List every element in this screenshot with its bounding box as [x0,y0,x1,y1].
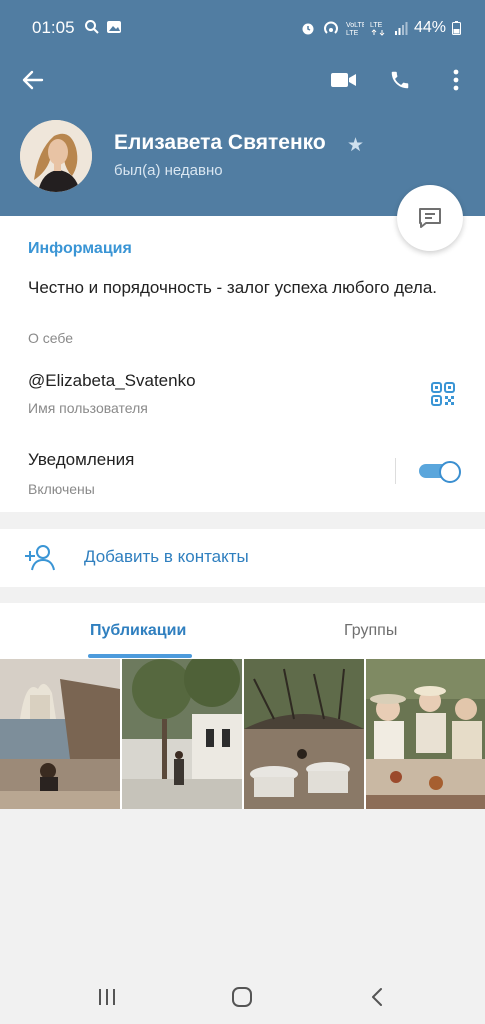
system-navigation-bar [0,968,485,1024]
svg-text:LTE: LTE [370,22,383,29]
more-menu-button[interactable] [436,60,476,100]
search-status-icon [85,20,99,34]
profile-name: Елизавета Святенко [114,131,326,154]
publication-photo[interactable] [244,659,364,809]
status-time: 01:05 [32,18,75,37]
battery-percent: 44% [413,19,446,36]
home-button[interactable] [227,982,257,1012]
video-call-button[interactable] [324,60,364,100]
arrow-left-icon [22,70,44,90]
avatar-photo [20,120,92,192]
back-nav-button[interactable] [362,982,392,1012]
message-button[interactable] [397,185,463,251]
call-button[interactable] [380,60,420,100]
video-camera-icon [331,73,356,87]
tabs-bar: Публикации Группы [0,603,485,659]
publication-photo[interactable] [122,659,242,809]
profile-last-seen: был(а) недавно [114,162,223,179]
notifications-status: Включены [28,481,95,497]
message-icon [419,208,441,228]
recent-apps-button[interactable] [92,982,122,1012]
tab-groups[interactable]: Группы [344,622,397,640]
svg-text:LTE: LTE [346,30,359,36]
lte-icon: LTE [370,22,385,36]
battery-icon [452,21,461,35]
avatar[interactable] [20,120,92,192]
add-contact-label: Добавить в контакты [84,547,249,566]
tab-indicator [88,654,192,658]
publication-photo[interactable] [366,659,485,809]
gallery-status-icon [107,21,121,33]
divider [395,458,396,484]
bio-text[interactable]: Честно и порядочность - залог успеха люб… [28,276,448,300]
volte-icon: VoLTELTE [346,22,364,36]
hotspot-icon [324,21,338,34]
star-icon: ★ [347,135,365,156]
back-button[interactable] [13,60,53,100]
chevron-left-icon [372,988,382,1006]
signal-icon [394,22,408,35]
bio-label: О себе [28,330,74,346]
more-vertical-icon [453,69,459,91]
recent-apps-icon [99,989,115,1005]
home-icon [232,987,252,1007]
username-label: Имя пользователя [28,400,148,416]
status-bar: 01:05 VoLTELTE LTE 44% [0,0,485,56]
username-value[interactable]: @Elizabeta_Svatenko [28,371,196,391]
alarm-icon [302,23,314,35]
add-contact-button[interactable]: Добавить в контакты [0,529,485,587]
publications-grid [0,659,485,809]
phone-icon [391,71,409,89]
add-user-icon [25,545,55,571]
toggle-knob [439,461,461,483]
tab-publications[interactable]: Публикации [90,622,186,640]
qr-code-icon[interactable] [431,382,455,406]
publication-photo[interactable] [0,659,120,809]
svg-text:VoLTE: VoLTE [346,22,364,29]
info-section-title: Информация [28,240,132,257]
notifications-toggle[interactable] [419,461,461,483]
notifications-label: Уведомления [28,450,135,469]
